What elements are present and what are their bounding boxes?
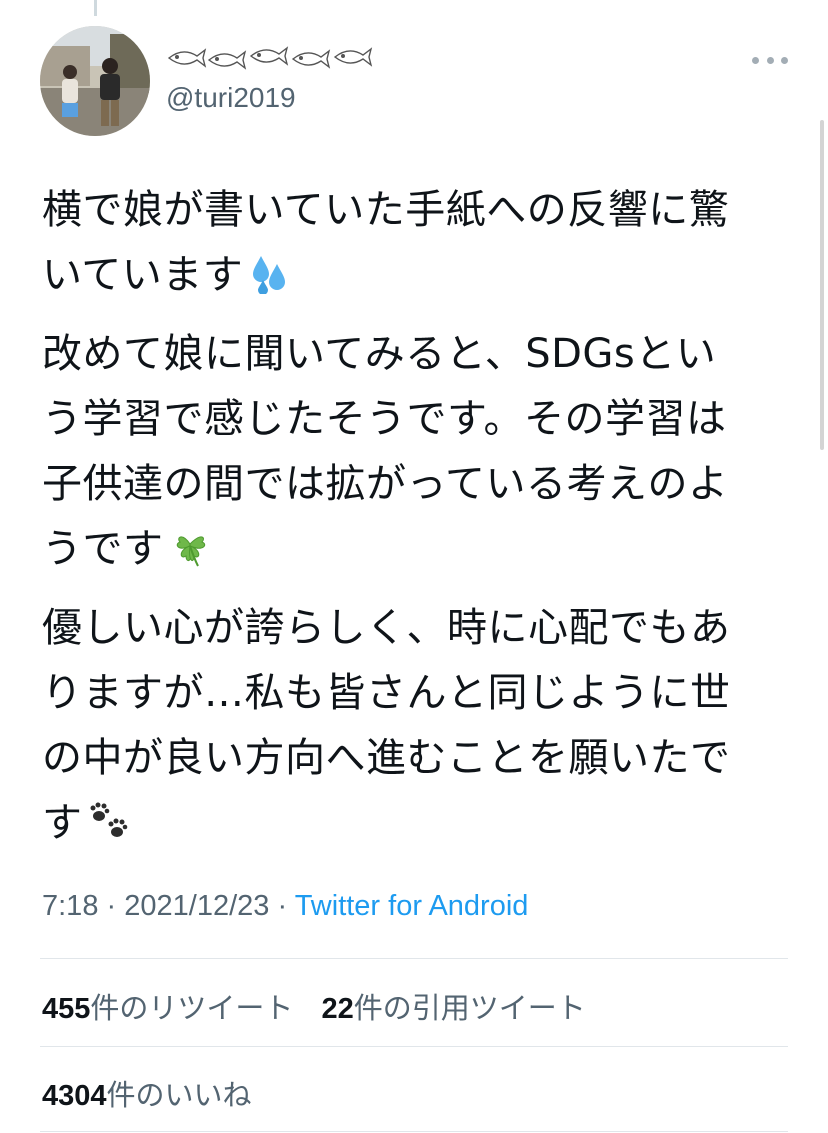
quote-tweets-stat[interactable]: 22件の引用ツイート <box>321 985 585 1027</box>
source-link[interactable]: Twitter for Android <box>295 890 529 922</box>
tweet-paragraph-1: 横で娘が書いていた手紙への反響に驚 いています <box>42 187 730 298</box>
fish-icon <box>207 50 247 70</box>
fish-icons <box>167 46 373 70</box>
sweat-droplets-icon <box>253 256 286 294</box>
display-name[interactable] <box>165 44 385 72</box>
paw-prints-icon <box>90 802 127 837</box>
retweets-stat[interactable]: 455件のリツイート <box>42 985 293 1027</box>
fish-icon <box>333 47 373 67</box>
thread-connector-line <box>94 0 97 16</box>
fish-icon <box>249 46 289 66</box>
likes-stat[interactable]: 4304件のいいね <box>42 1072 252 1114</box>
divider <box>40 1046 788 1047</box>
tweet-text: 横で娘が書いていた手紙への反響に驚 いています 改めて娘に聞いてみると、SDGs… <box>42 178 787 856</box>
meta-separator: · <box>106 890 117 922</box>
divider <box>40 1131 788 1132</box>
avatar[interactable] <box>40 26 150 136</box>
likes-stats-row: 4304件のいいね <box>42 1072 272 1114</box>
meta-separator: · <box>277 890 288 922</box>
tweet-paragraph-3: 優しい心が誇らしく、時に心配でもあ りますが…私も皆さんと同じように世 の中が良… <box>42 605 731 846</box>
tweet-meta: 7:18 · 2021/12/23 · Twitter for Android <box>42 890 528 923</box>
more-options-icon[interactable] <box>752 46 788 74</box>
tweet-paragraph-2: 改めて娘に聞いてみると、SDGsとい う学習で感じたそうです。その学習は 子供達… <box>42 331 729 572</box>
divider <box>40 958 788 959</box>
user-handle[interactable]: @turi2019 <box>166 82 296 114</box>
four-leaf-clover-icon <box>176 536 205 567</box>
engagement-stats-row: 455件のリツイート 22件の引用ツイート <box>42 985 606 1027</box>
fish-icon <box>167 48 207 68</box>
tweet-time[interactable]: 7:18 <box>42 890 98 922</box>
fish-icon <box>291 49 331 69</box>
scrollbar[interactable] <box>820 120 824 450</box>
tweet-date[interactable]: 2021/12/23 <box>124 890 269 922</box>
